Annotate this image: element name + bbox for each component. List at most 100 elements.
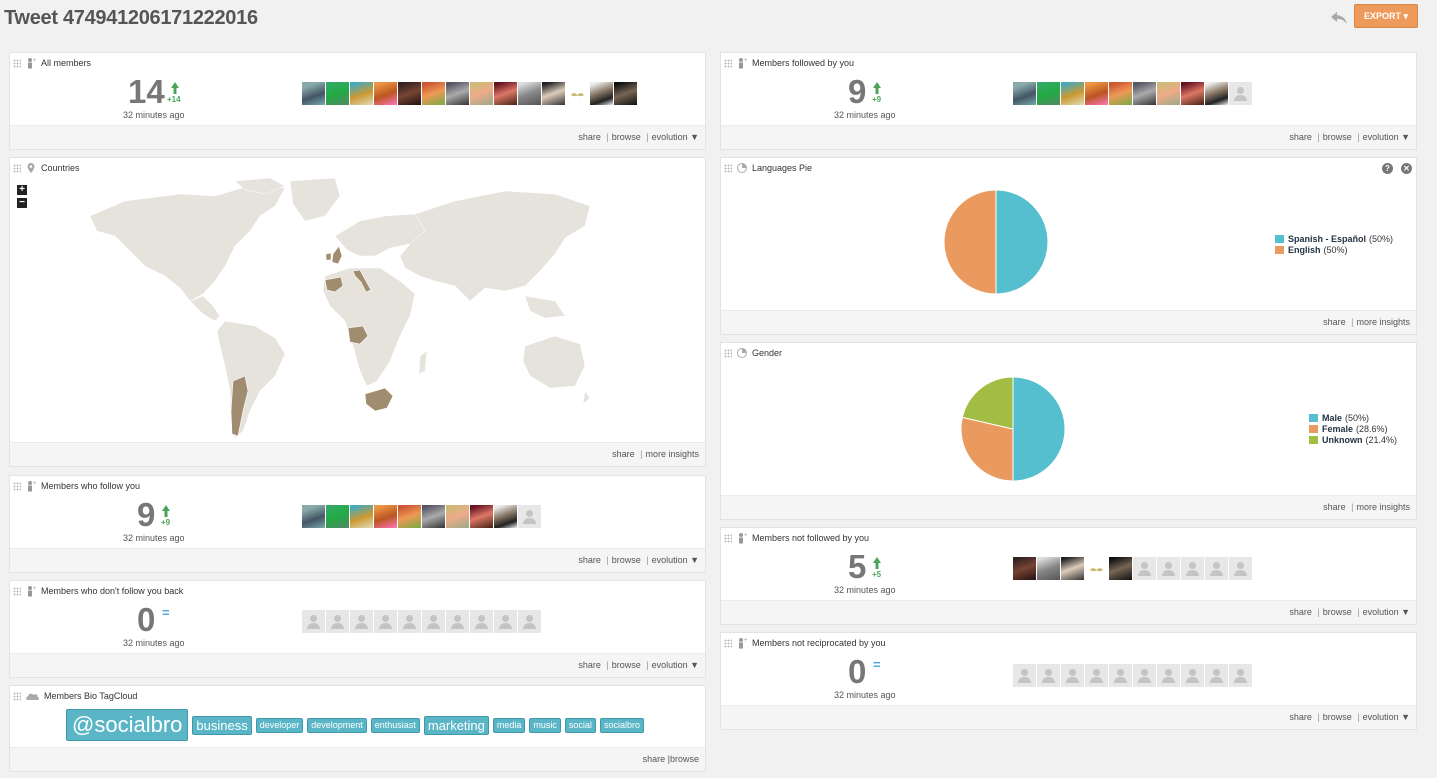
avatar[interactable]	[1205, 82, 1228, 105]
avatar[interactable]	[518, 82, 541, 105]
browse-link[interactable]: browse	[612, 660, 641, 670]
avatar[interactable]	[446, 505, 469, 528]
avatar[interactable]	[614, 82, 637, 105]
close-icon[interactable]: ✕	[1401, 163, 1412, 174]
avatar[interactable]	[1085, 82, 1108, 105]
drag-handle-icon[interactable]	[13, 586, 21, 596]
drag-handle-icon[interactable]	[13, 58, 21, 68]
share-link[interactable]: share	[612, 449, 635, 459]
avatar[interactable]	[422, 82, 445, 105]
browse-link[interactable]: browse	[612, 132, 641, 142]
avatar[interactable]	[1109, 82, 1132, 105]
share-link[interactable]: share	[578, 660, 601, 670]
tag-marketing[interactable]: marketing	[423, 715, 489, 735]
browse-link[interactable]: browse	[1323, 607, 1352, 617]
avatar[interactable]	[1085, 557, 1108, 580]
avatar[interactable]	[566, 82, 589, 105]
avatar[interactable]	[374, 505, 397, 528]
avatar[interactable]	[590, 82, 613, 105]
share-link[interactable]: share	[578, 555, 601, 565]
panel-title: Members who follow you	[41, 481, 141, 491]
drag-handle-icon[interactable]	[724, 638, 732, 648]
zoom-in-button[interactable]: +	[17, 185, 27, 195]
avatar[interactable]	[1157, 82, 1180, 105]
share-link[interactable]: share	[1289, 132, 1312, 142]
drag-handle-icon[interactable]	[724, 348, 732, 358]
avatar-strip	[302, 82, 637, 105]
avatar[interactable]	[1013, 557, 1036, 580]
share-link[interactable]: share	[1289, 712, 1312, 722]
avatar[interactable]	[350, 505, 373, 528]
drag-handle-icon[interactable]	[724, 163, 732, 173]
avatar[interactable]	[1109, 557, 1132, 580]
more-insights-link[interactable]: more insights	[1356, 317, 1410, 327]
pie-slice-english[interactable]	[943, 189, 997, 295]
browse-link[interactable]: browse	[612, 555, 641, 565]
avatar[interactable]	[398, 505, 421, 528]
languages-legend: Spanish - Español (50%) English (50%)	[1275, 233, 1394, 255]
avatar[interactable]	[1133, 82, 1156, 105]
tag-media[interactable]: media	[492, 717, 526, 733]
evolution-link[interactable]: evolution ▼	[652, 132, 699, 142]
evolution-link[interactable]: evolution ▼	[1363, 132, 1410, 142]
evolution-link[interactable]: evolution ▼	[1363, 712, 1410, 722]
more-insights-link[interactable]: more insights	[645, 449, 699, 459]
tag-social[interactable]: social	[564, 717, 596, 733]
drag-handle-icon[interactable]	[724, 533, 732, 543]
avatar[interactable]	[422, 505, 445, 528]
share-browse-links[interactable]: share |browse	[643, 754, 699, 764]
share-link[interactable]: share	[578, 132, 601, 142]
share-link[interactable]: share	[1289, 607, 1312, 617]
avatar[interactable]	[494, 82, 517, 105]
avatar[interactable]	[326, 82, 349, 105]
avatar[interactable]	[1037, 82, 1060, 105]
help-icon[interactable]: ?	[1382, 163, 1393, 174]
share-link[interactable]: share	[1323, 502, 1346, 512]
avatar-placeholder	[326, 610, 349, 633]
more-insights-link[interactable]: more insights	[1356, 502, 1410, 512]
evolution-link[interactable]: evolution ▼	[652, 660, 699, 670]
tag-socialbro[interactable]: socialbro	[599, 717, 644, 733]
evolution-link[interactable]: evolution ▼	[652, 555, 699, 565]
tag-socialbro[interactable]: @socialbro	[66, 709, 189, 741]
avatar[interactable]	[470, 82, 493, 105]
evolution-link[interactable]: evolution ▼	[1363, 607, 1410, 617]
world-map[interactable]	[85, 176, 595, 441]
avatar[interactable]	[302, 505, 325, 528]
avatar[interactable]	[1061, 82, 1084, 105]
avatar[interactable]	[1037, 557, 1060, 580]
tag-developer[interactable]: developer	[255, 717, 304, 733]
drag-handle-icon[interactable]	[13, 691, 21, 701]
avatar[interactable]	[1013, 82, 1036, 105]
avatar[interactable]	[302, 82, 325, 105]
legend-item: Unknown (21.4%)	[1309, 434, 1397, 445]
tag-business[interactable]: business	[192, 715, 252, 735]
drag-handle-icon[interactable]	[13, 163, 21, 173]
share-link[interactable]: share	[1323, 317, 1346, 327]
avatar[interactable]	[374, 82, 397, 105]
avatar[interactable]	[470, 505, 493, 528]
panel-footer: share | more insights	[721, 495, 1416, 519]
zoom-out-button[interactable]: −	[17, 198, 27, 208]
pie-slice-spanish[interactable]	[995, 189, 1049, 295]
tag-music[interactable]: music	[529, 717, 561, 733]
avatar[interactable]	[350, 82, 373, 105]
avatar[interactable]	[446, 82, 469, 105]
avatar[interactable]	[1181, 82, 1204, 105]
avatar[interactable]	[398, 82, 421, 105]
export-button[interactable]: EXPORT ▾	[1354, 4, 1418, 28]
avatar-placeholder	[1205, 557, 1228, 580]
browse-link[interactable]: browse	[1323, 132, 1352, 142]
avatar[interactable]	[326, 505, 349, 528]
pie-slice-male[interactable]	[1012, 376, 1066, 482]
browse-link[interactable]: browse	[1323, 712, 1352, 722]
tag-enthusiast[interactable]: enthusiast	[370, 717, 420, 733]
drag-handle-icon[interactable]	[13, 481, 21, 491]
avatar[interactable]	[494, 505, 517, 528]
legend-swatch	[1309, 413, 1318, 422]
reply-back-icon[interactable]	[1329, 10, 1349, 26]
avatar[interactable]	[1061, 557, 1084, 580]
tag-development[interactable]: development	[307, 717, 367, 733]
avatar[interactable]	[542, 82, 565, 105]
drag-handle-icon[interactable]	[724, 58, 732, 68]
